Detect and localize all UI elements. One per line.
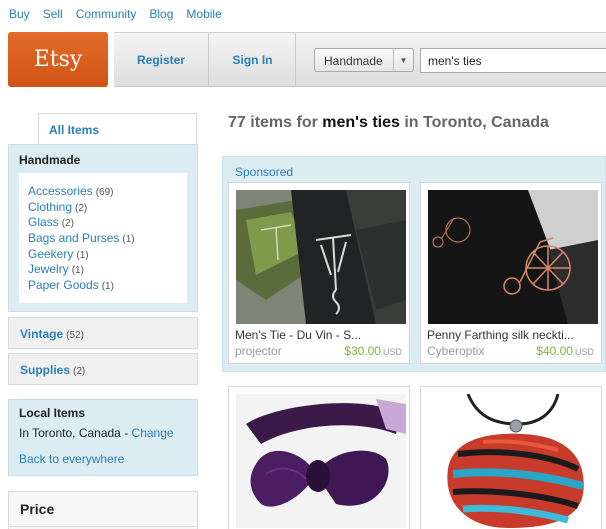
top-nav: Buy Sell Community Blog Mobile	[9, 7, 235, 21]
listing-currency: USD	[574, 347, 594, 357]
listing-shop[interactable]: Cyberoptix	[427, 344, 484, 358]
divider	[9, 526, 197, 527]
listing-price-value: $30.00	[344, 344, 381, 358]
category-select-value: Handmade	[324, 54, 383, 68]
subcategory-count: (2)	[61, 218, 74, 230]
nav-community-link[interactable]: Community	[76, 7, 137, 21]
supplies-label[interactable]: Supplies	[20, 363, 70, 377]
listing-card[interactable]: Men's Tie - Du Vin - S... projector $30.…	[228, 182, 410, 364]
results-heading: 77 items for men's ties in Toronto, Cana…	[228, 114, 549, 132]
subcategory-count: (1)	[71, 265, 84, 277]
subcategory-label[interactable]: Bags and Purses	[28, 231, 119, 245]
local-items-panel: Local Items In Toronto, Canada - Change …	[8, 399, 198, 476]
header-actions: Register Sign In Handmade ▼ men's ties	[114, 32, 606, 87]
vintage-label[interactable]: Vintage	[20, 327, 63, 341]
change-location-link[interactable]: Change	[132, 426, 174, 440]
subcategory-label[interactable]: Paper Goods	[28, 278, 99, 292]
subcategory-paper-goods[interactable]: Paper Goods (1)	[28, 278, 187, 294]
listing-image-glass-pendant[interactable]	[428, 394, 598, 528]
subcategory-bags-and-purses[interactable]: Bags and Purses (1)	[28, 231, 187, 247]
listing-price-value: $40.00	[536, 344, 573, 358]
listing-shop[interactable]: projector	[235, 344, 282, 358]
back-to-everywhere-link[interactable]: Back to everywhere	[19, 452, 124, 466]
listing-title[interactable]: Men's Tie - Du Vin - S...	[235, 328, 361, 342]
vintage-category[interactable]: Vintage (52)	[8, 317, 198, 349]
listing-price: $40.00 USD	[536, 344, 594, 358]
vintage-count: (52)	[66, 330, 84, 341]
subcategory-label[interactable]: Glass	[28, 215, 59, 229]
handmade-subcategory-list: Accessories (69) Clothing (2) Glass (2) Bag…	[19, 173, 187, 303]
listing-title[interactable]: Penny Farthing silk neckti...	[427, 328, 574, 342]
chevron-down-icon[interactable]: ▼	[393, 49, 413, 71]
subcategory-clothing[interactable]: Clothing (2)	[28, 200, 187, 216]
results-count: 77 items for	[228, 114, 323, 131]
subcategory-label[interactable]: Geekery	[28, 247, 73, 261]
sign-in-button[interactable]: Sign In	[210, 33, 296, 86]
tab-all-items-label: All Items	[49, 123, 100, 137]
listing-image-corkscrew-ties[interactable]	[236, 190, 406, 324]
local-location-text: In Toronto, Canada -	[19, 426, 132, 440]
handmade-category-panel: Handmade Accessories (69) Clothing (2) Gla…	[8, 144, 198, 312]
listing-card[interactable]: Penny Farthing silk neckti... Cyberoptix…	[420, 182, 602, 364]
local-location: In Toronto, Canada - Change	[19, 426, 174, 440]
subcategory-glass[interactable]: Glass (2)	[28, 215, 187, 231]
subcategory-count: (1)	[101, 281, 114, 293]
tab-all-items[interactable]: All Items	[38, 113, 197, 145]
local-items-title: Local Items	[19, 406, 86, 420]
subcategory-geekery[interactable]: Geekery (1)	[28, 247, 187, 263]
header-bar: Etsy Register Sign In Handmade ▼ men's t…	[0, 32, 606, 87]
listing-price: $30.00 USD	[344, 344, 402, 358]
subcategory-count: (69)	[95, 187, 114, 198]
nav-sell-link[interactable]: Sell	[43, 7, 63, 21]
listing-image-penny-farthing-tie[interactable]	[428, 190, 598, 324]
register-button[interactable]: Register	[114, 33, 209, 86]
etsy-logo[interactable]: Etsy	[8, 32, 108, 87]
nav-blog-link[interactable]: Blog	[149, 7, 173, 21]
listing-image-purple-bow-tie[interactable]	[236, 394, 406, 528]
handmade-title: Handmade	[19, 153, 81, 167]
price-filter-panel: Price	[8, 491, 198, 529]
listing-card[interactable]	[420, 386, 602, 529]
subcategory-label[interactable]: Clothing	[28, 200, 72, 214]
price-title: Price	[20, 501, 55, 517]
results-query: men's ties	[322, 114, 400, 131]
sponsored-label: Sponsored	[235, 165, 294, 179]
subcategory-count: (1)	[122, 234, 135, 246]
results-location: in Toronto, Canada	[399, 114, 549, 131]
listing-card[interactable]	[228, 386, 410, 529]
subcategory-label[interactable]: Jewelry	[28, 262, 69, 276]
subcategory-label[interactable]: Accessories	[28, 184, 93, 198]
supplies-count: (2)	[73, 366, 86, 377]
subcategory-accessories[interactable]: Accessories (69)	[28, 184, 187, 200]
search-input[interactable]: men's ties	[420, 48, 606, 73]
subcategory-count: (2)	[75, 202, 88, 214]
category-select[interactable]: Handmade ▼	[314, 48, 414, 72]
nav-mobile-link[interactable]: Mobile	[186, 7, 221, 21]
subcategory-count: (1)	[76, 249, 89, 261]
nav-buy-link[interactable]: Buy	[9, 7, 30, 21]
listing-currency: USD	[382, 347, 402, 357]
supplies-category[interactable]: Supplies (2)	[8, 353, 198, 385]
subcategory-jewelry[interactable]: Jewelry (1)	[28, 262, 187, 278]
